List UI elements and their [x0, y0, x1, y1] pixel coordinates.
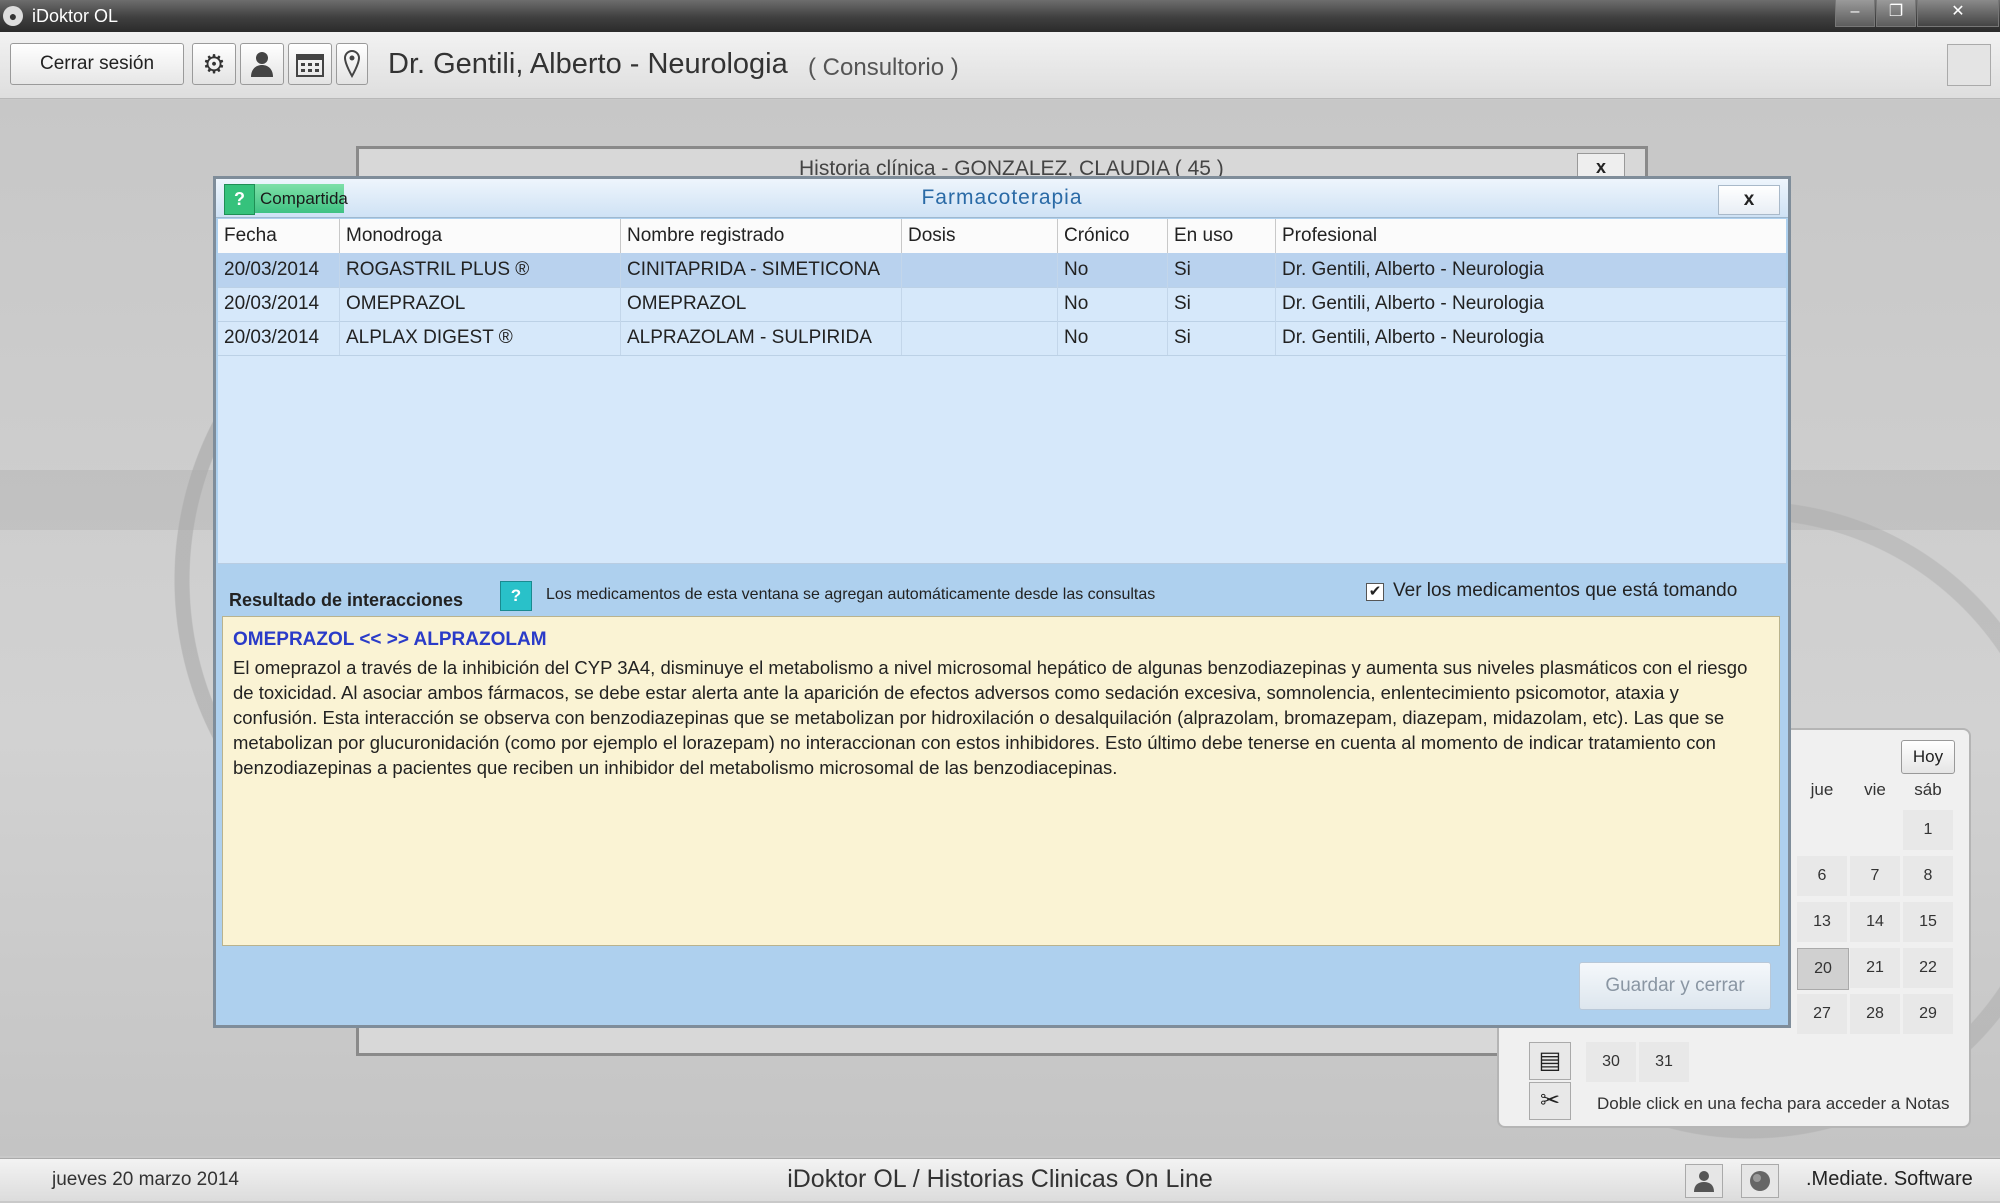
dialog-close-button[interactable]: x [1718, 185, 1780, 215]
calendar-day[interactable]: 30 [1586, 1042, 1636, 1082]
gear-icon[interactable]: ⚙ [192, 43, 236, 85]
table-header: Fecha Monodroga Nombre registrado Dosis … [218, 219, 1786, 254]
dialog-title: Farmacoterapia [921, 186, 1083, 209]
calendar-day[interactable]: 28 [1850, 994, 1900, 1034]
column-header-cronico[interactable]: Crónico [1058, 219, 1168, 253]
column-header-monodroga[interactable]: Monodroga [340, 219, 621, 253]
medications-table: Fecha Monodroga Nombre registrado Dosis … [218, 219, 1786, 564]
cell-profesional: Dr. Gentili, Alberto - Neurologia [1282, 327, 1544, 348]
calendar-icon[interactable] [288, 43, 332, 85]
status-bar: jueves 20 marzo 2014 iDoktor OL / Histor… [0, 1158, 2000, 1201]
cell-dosis [902, 253, 1058, 287]
app-logo-icon: ● [3, 6, 23, 26]
cell-profesional: Dr. Gentili, Alberto - Neurologia [1282, 293, 1544, 314]
calendar-header-jue: jue [1810, 780, 1834, 799]
cell-fecha: 20/03/2014 [218, 321, 340, 355]
info-text: Los medicamentos de esta ventana se agre… [546, 586, 1156, 603]
calendar-day[interactable]: 15 [1903, 902, 1953, 942]
close-window-button[interactable]: ✕ [1917, 0, 1999, 27]
cell-dosis [902, 321, 1058, 355]
doctor-name: Dr. Gentili, Alberto - Neurologia [388, 48, 788, 80]
maximize-button[interactable]: ❐ [1876, 0, 1916, 27]
column-header-profesional[interactable]: Profesional [1276, 219, 1786, 253]
user-icon[interactable] [240, 43, 284, 85]
cell-nombre: OMEPRAZOL [621, 287, 902, 321]
farmacoterapia-dialog: ? Compartida Farmacoterapia x Fecha Mono… [213, 176, 1791, 1028]
cell-dosis [902, 287, 1058, 321]
table-row[interactable]: 20/03/2014 OMEPRAZOL OMEPRAZOL No Si Dr.… [218, 287, 1786, 322]
cell-cronico: No [1058, 287, 1168, 321]
calendar-day[interactable]: 29 [1903, 994, 1953, 1034]
show-current-meds-checkbox[interactable]: ✔ [1366, 583, 1384, 601]
calendar-day[interactable]: 14 [1850, 902, 1900, 942]
calendar-header-sab: sáb [1914, 780, 1942, 799]
tools-icon[interactable]: ✂ [1529, 1082, 1571, 1120]
cell-monodroga: OMEPRAZOL [340, 287, 621, 321]
save-and-close-button[interactable]: Guardar y cerrar [1579, 962, 1771, 1010]
cell-en-uso: Si [1168, 321, 1276, 355]
column-header-en-uso[interactable]: En uso [1168, 219, 1276, 253]
toolbar-right-button[interactable] [1947, 44, 1991, 86]
cell-fecha: 20/03/2014 [218, 287, 340, 321]
globe-icon[interactable] [1741, 1164, 1779, 1198]
table-row[interactable]: 20/03/2014 ALPLAX DIGEST ® ALPRAZOLAM - … [218, 321, 1786, 356]
calendar-day-selected[interactable]: 20 [1797, 948, 1849, 990]
info-help-icon[interactable]: ? [500, 581, 532, 611]
logout-button[interactable]: Cerrar sesión [10, 43, 184, 85]
cell-cronico: No [1058, 321, 1168, 355]
cell-cronico: No [1058, 253, 1168, 287]
cell-en-uso: Si [1168, 253, 1276, 287]
calendar-footer-text: Doble click en una fecha para acceder a … [1597, 1094, 1950, 1113]
interaction-result-box: OMEPRAZOL << >> ALPRAZOLAM El omeprazol … [222, 616, 1780, 946]
calendar-day[interactable]: 1 [1903, 810, 1953, 850]
calendar-header-vie: vie [1864, 780, 1886, 799]
column-header-dosis[interactable]: Dosis [902, 219, 1058, 253]
table-row[interactable]: 20/03/2014 ROGASTRIL PLUS ® CINITAPRIDA … [218, 253, 1786, 288]
today-button[interactable]: Hoy [1901, 740, 1955, 774]
column-header-nombre[interactable]: Nombre registrado [621, 219, 902, 253]
context-label: ( Consultorio ) [808, 54, 959, 81]
calendar-day[interactable]: 7 [1850, 856, 1900, 896]
calendar-day[interactable]: 8 [1903, 856, 1953, 896]
cell-nombre: ALPRAZOLAM - SULPIRIDA [621, 321, 902, 355]
interactions-label: Resultado de interacciones [229, 590, 464, 610]
cell-monodroga: ALPLAX DIGEST ® [340, 321, 621, 355]
interaction-title: OMEPRAZOL << >> ALPRAZOLAM [233, 629, 547, 650]
calendar-day[interactable]: 22 [1903, 948, 1953, 988]
interaction-description: El omeprazol a través de la inhibición d… [233, 657, 1748, 778]
location-pin-icon[interactable] [336, 43, 368, 85]
calendar-day[interactable]: 13 [1797, 902, 1847, 942]
cell-monodroga: ROGASTRIL PLUS ® [340, 253, 621, 287]
show-current-meds-label[interactable]: Ver los medicamentos que está tomando [1393, 580, 1737, 602]
brand-label: .Mediate. Software [1806, 1168, 1973, 1190]
calendar-day[interactable]: 27 [1797, 994, 1847, 1034]
dialog-header: ? Compartida Farmacoterapia x [216, 179, 1788, 218]
column-header-fecha[interactable]: Fecha [218, 219, 340, 253]
calendar-day[interactable]: 6 [1797, 856, 1847, 896]
notes-icon[interactable]: ▤ [1529, 1042, 1571, 1080]
cell-en-uso: Si [1168, 287, 1276, 321]
minimize-button[interactable]: – [1835, 0, 1875, 27]
cell-profesional: Dr. Gentili, Alberto - Neurologia [1282, 259, 1544, 280]
main-toolbar: Cerrar sesión ⚙ Dr. Gentili, Alberto - N… [0, 32, 2000, 99]
calendar-day[interactable]: 31 [1639, 1042, 1689, 1082]
user-icon[interactable] [1685, 1164, 1723, 1198]
window-titlebar: ● iDoktor OL – ❐ ✕ [0, 0, 2000, 32]
calendar-day[interactable]: 21 [1850, 948, 1900, 988]
cell-nombre: CINITAPRIDA - SIMETICONA [621, 253, 902, 287]
window-title: iDoktor OL [32, 6, 119, 26]
cell-fecha: 20/03/2014 [218, 253, 340, 287]
